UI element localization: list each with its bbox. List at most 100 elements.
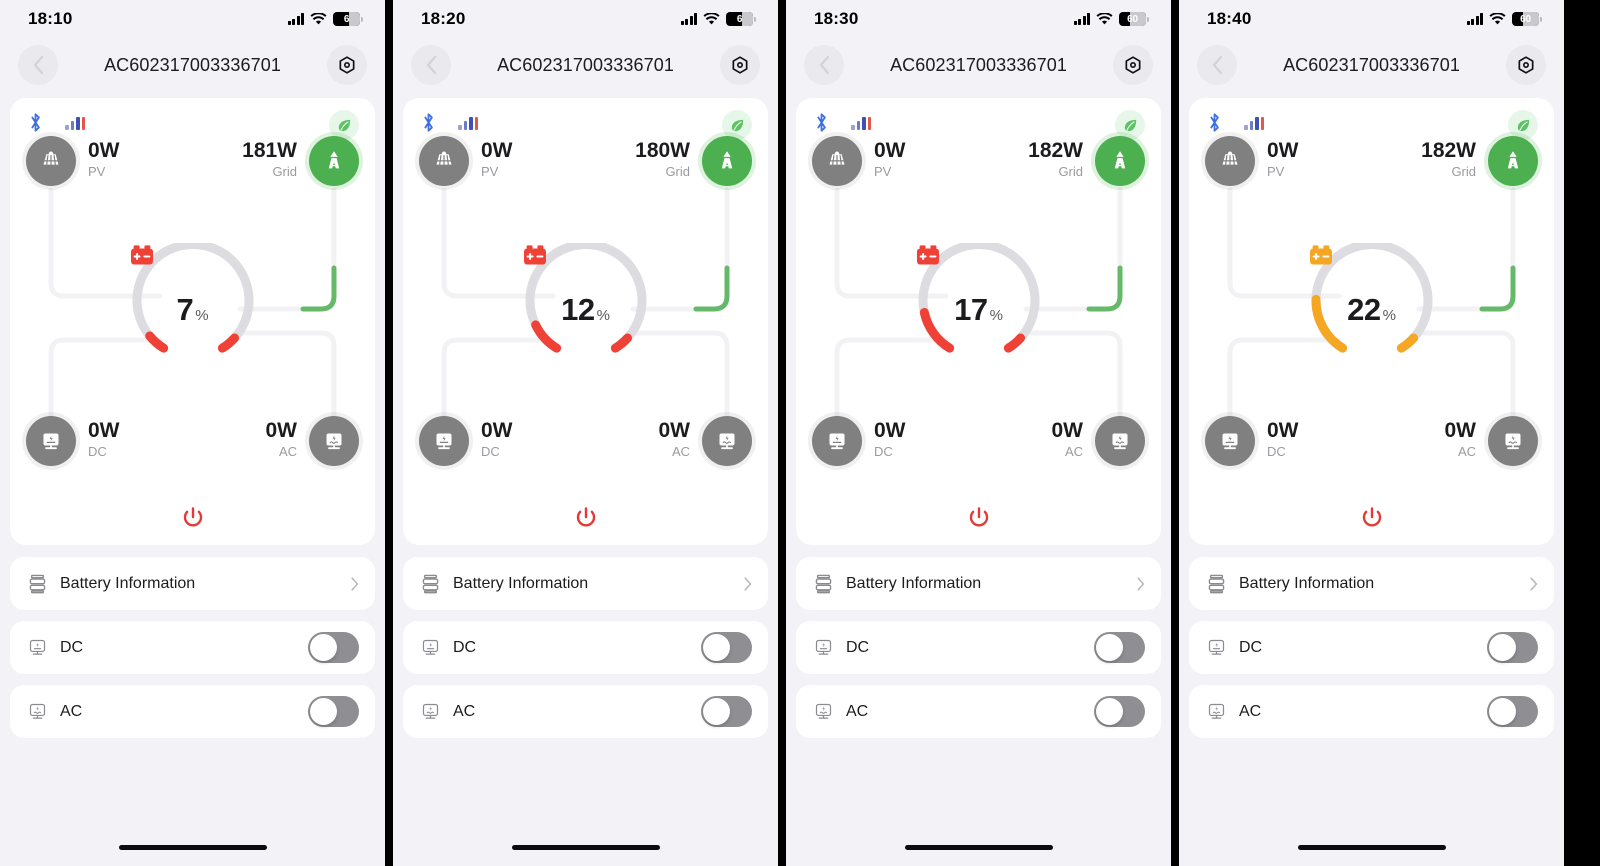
ac-toggle-knob [703,698,730,725]
row-battery-information[interactable]: Battery Information [10,557,375,610]
ac-icon-circle [309,416,359,466]
flow-active-grid-segment [1479,265,1516,312]
node-ac[interactable]: 0W AC [658,416,752,466]
grid-label: Grid [1451,164,1476,180]
ac-label: AC [671,444,690,460]
dc-toggle[interactable] [1094,632,1145,663]
ac-output-icon [719,433,735,450]
ac-power-value: 0W [265,419,298,443]
solar-panel-icon [829,151,845,165]
dc-toggle[interactable] [1487,632,1538,663]
row-ac-toggle[interactable]: AC [1189,685,1554,738]
gear-hex-icon [1125,56,1141,74]
battery-status-icon: 6 [726,12,753,26]
ac-row-label: AC [1239,702,1262,720]
row-dc-toggle[interactable]: DC [1189,621,1554,674]
back-button[interactable] [411,45,451,85]
node-dc[interactable]: 0W DC [1205,416,1299,466]
row-battery-information[interactable]: Battery Information [796,557,1161,610]
battery-percent: 7 % [176,292,208,328]
ac-row-label: AC [846,702,869,720]
back-button[interactable] [804,45,844,85]
grid-icon-circle [309,136,359,186]
node-grid[interactable]: 182W Grid [1028,136,1145,186]
dc-power-value: 0W [874,419,906,443]
node-grid[interactable]: 181W Grid [242,136,359,186]
gear-hex-icon [1518,56,1534,74]
ac-toggle[interactable] [308,696,359,727]
home-indicator [118,845,267,850]
dc-output-icon [1208,639,1224,655]
settings-button[interactable] [1506,45,1546,85]
node-ac[interactable]: 0W AC [1052,416,1145,466]
row-dc-toggle[interactable]: DC [10,621,375,674]
dc-toggle[interactable] [308,632,359,663]
ac-toggle[interactable] [1094,696,1145,727]
gear-hex-icon [732,56,748,74]
status-indicators: 6 [287,12,363,26]
row-dc-toggle[interactable]: DC [403,621,768,674]
power-button[interactable] [180,505,206,531]
dc-icon-circle [812,416,862,466]
node-grid[interactable]: 182W Grid [1421,136,1538,186]
dc-icon-circle [419,416,469,466]
battery-information-label: Battery Information [846,574,982,592]
home-indicator [511,845,660,850]
row-battery-information[interactable]: Battery Information [1189,557,1554,610]
battery-information-label: Battery Information [453,574,589,592]
battery-percent: 22 % [1347,292,1396,328]
dc-toggle-knob [1489,634,1516,661]
power-button[interactable] [966,505,992,531]
row-ac-toggle[interactable]: AC [796,685,1161,738]
panel-separator [385,0,393,866]
back-button[interactable] [1197,45,1237,85]
pv-power-value: 0W [88,139,120,163]
row-dc-toggle[interactable]: DC [796,621,1161,674]
power-button[interactable] [573,505,599,531]
status-time: 18:40 [1207,9,1252,28]
ac-output-icon [815,703,831,719]
ac-output-icon [422,703,438,719]
dc-power-value: 0W [1267,419,1299,443]
node-dc[interactable]: 0W DC [26,416,120,466]
node-grid[interactable]: 180W Grid [635,136,752,186]
battery-stack-icon-wrap [812,573,834,595]
ac-row-icon-wrap [419,701,441,723]
node-ac[interactable]: 0W AC [265,416,359,466]
ac-toggle[interactable] [1487,696,1538,727]
node-dc[interactable]: 0W DC [419,416,513,466]
gauge-center: 17 % [915,243,1043,371]
settings-button[interactable] [327,45,367,85]
node-pv[interactable]: 0W PV [1205,136,1299,186]
ac-power-value: 0W [658,419,691,443]
node-ac[interactable]: 0W AC [1445,416,1538,466]
node-dc[interactable]: 0W DC [812,416,906,466]
settings-button[interactable] [1113,45,1153,85]
node-pv[interactable]: 0W PV [419,136,513,186]
chevron-right-icon [744,576,752,591]
dc-row-icon-wrap [812,637,834,659]
pv-icon-circle [1205,136,1255,186]
battery-stack-icon-wrap [26,573,48,595]
ac-output-icon [326,433,342,450]
dc-power-value: 0W [481,419,513,443]
status-bar: 18:10 6 [0,0,385,38]
power-button[interactable] [1359,505,1385,531]
battery-percent-symbol: % [989,307,1003,324]
phone-panel: 18:40 60 AC602317003336701 0W PV 182W Gr… [1179,0,1564,866]
row-ac-toggle[interactable]: AC [10,685,375,738]
row-battery-information[interactable]: Battery Information [403,557,768,610]
ac-toggle[interactable] [701,696,752,727]
ac-row-icon-wrap [1205,701,1227,723]
settings-button[interactable] [720,45,760,85]
battery-gauge: 22 % [1308,243,1436,371]
battery-level-fill [348,12,360,26]
pv-power-value: 0W [1267,139,1299,163]
back-button[interactable] [18,45,58,85]
node-pv[interactable]: 0W PV [26,136,120,186]
row-ac-toggle[interactable]: AC [403,685,768,738]
node-pv[interactable]: 0W PV [812,136,906,186]
nav-bar: AC602317003336701 [1179,38,1564,92]
dc-toggle[interactable] [701,632,752,663]
phone-panel: 18:30 60 AC602317003336701 0W PV 182W Gr… [786,0,1171,866]
